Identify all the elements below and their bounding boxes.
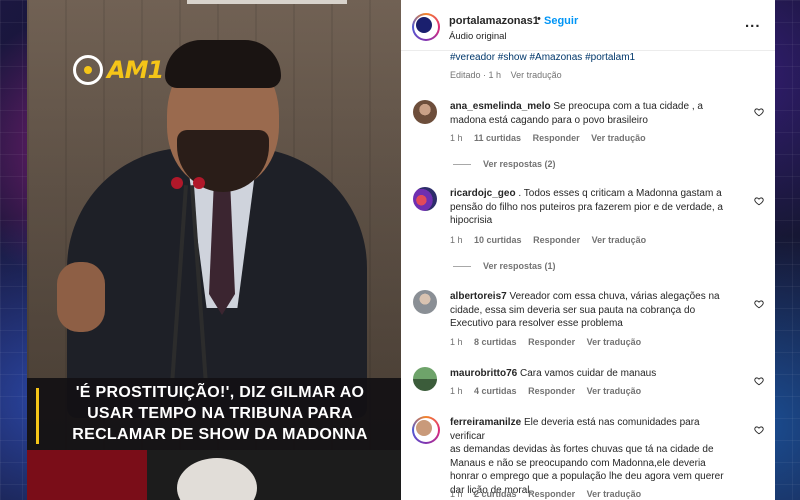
like-heart-icon[interactable] <box>754 104 764 117</box>
comment-text: maurobritto76 Cara vamos cuidar de manau… <box>450 367 735 381</box>
lower-frame-red-area <box>27 450 147 500</box>
post-hashtags[interactable]: #vereador #show #Amazonas #portalam1 <box>450 52 635 63</box>
comment-body-line: as demandas devidas às fortes chuvas que… <box>450 444 714 455</box>
translate-link[interactable]: Ver tradução <box>587 489 642 499</box>
replies-rule <box>453 164 471 166</box>
comment-avatar[interactable] <box>413 100 437 124</box>
comment-time: 1 h <box>450 235 463 245</box>
comment-text: ricardojc_geo . Todos esses q criticam a… <box>450 187 735 228</box>
speaker-hair <box>165 40 281 88</box>
comment-body-line: honrar o emprego que a população lhe deu… <box>450 471 724 482</box>
view-replies-button[interactable]: Ver respostas (1) <box>453 261 556 271</box>
translate-link[interactable]: Ver tradução <box>587 337 642 347</box>
view-replies-label: Ver respostas (2) <box>483 159 556 169</box>
video-lower-frame <box>27 450 401 500</box>
comment-body-line: hipocrisia <box>450 215 493 226</box>
avatar-photo <box>416 420 432 436</box>
follow-button[interactable]: Seguir <box>544 15 578 27</box>
like-heart-icon[interactable] <box>754 422 764 435</box>
post-meta: Editado · 1 h Ver tradução <box>450 70 569 80</box>
view-replies-label: Ver respostas (1) <box>483 261 556 271</box>
post-header: portalamazonas1 • Seguir Áudio original … <box>401 0 775 51</box>
comment-likes-link[interactable]: 10 curtidas <box>474 235 522 245</box>
comment-text: ana_esmelinda_melo Se preocupa com a tua… <box>450 100 735 127</box>
comment-avatar[interactable] <box>413 187 437 211</box>
comment-avatar[interactable] <box>413 367 437 391</box>
comment-avatar[interactable] <box>412 416 440 444</box>
post-translate-link[interactable]: Ver tradução <box>511 70 562 80</box>
like-heart-icon[interactable] <box>754 373 764 386</box>
comment-username-link[interactable]: ana_esmelinda_melo <box>450 101 551 112</box>
comment-likes-link[interactable]: 8 curtidas <box>474 337 517 347</box>
comments-panel: portalamazonas1 • Seguir Áudio original … <box>401 0 775 500</box>
profile-avatar[interactable] <box>412 13 440 41</box>
replies-rule <box>453 266 471 268</box>
comment-text: albertoreis7 Vereador com essa chuva, vá… <box>450 290 735 331</box>
microphone-left-icon <box>171 177 183 189</box>
logo-text: AM1 <box>107 56 164 84</box>
comment-username-link[interactable]: albertoreis7 <box>450 291 507 302</box>
comment-time: 1 h <box>450 337 463 347</box>
comment-body-line: Cara vamos cuidar de manaus <box>520 368 657 379</box>
translate-link[interactable]: Ver tradução <box>587 386 642 396</box>
comment-likes-link[interactable]: 4 curtidas <box>474 386 517 396</box>
channel-logo: AM1 <box>73 50 164 90</box>
reply-button[interactable]: Responder <box>528 489 575 499</box>
view-replies-button[interactable]: Ver respostas (2) <box>453 159 556 169</box>
comment-body-line: Se preocupa com a tua cidade , a <box>553 101 703 112</box>
speaker-hand <box>57 262 105 332</box>
video-caption: 'É PROSTITUIÇÃO!', DIZ GILMAR AO USAR TE… <box>27 378 401 450</box>
comment-username-link[interactable]: ricardojc_geo <box>450 188 516 199</box>
video-top-strip <box>187 0 347 4</box>
avatar-logo <box>416 17 432 33</box>
header-username-link[interactable]: portalamazonas1 <box>449 15 539 27</box>
comment-body-line: Manaus e não se preocupando com Madonna,… <box>450 457 706 469</box>
comment-username-link[interactable]: ferreiramanilze <box>450 417 521 428</box>
reply-button[interactable]: Responder <box>528 337 575 347</box>
original-audio-link[interactable]: Áudio original <box>449 31 507 42</box>
header-separator: • <box>537 13 541 25</box>
comment-time: 1 h <box>450 133 463 143</box>
comment-body-line: Vereador com essa chuva, várias alegaçõe… <box>509 291 720 302</box>
reply-button[interactable]: Responder <box>533 133 580 143</box>
comment-likes-link[interactable]: 11 curtidas <box>474 133 521 143</box>
comment-likes-link[interactable]: 2 curtidas <box>474 489 517 499</box>
caption-line: RECLAMAR DE SHOW DA MADONNA <box>72 426 368 443</box>
comment-body-line: pensão do filho nos puteiros pra fazerem… <box>450 201 723 213</box>
comment-body-line: cidade, essa sim deveria ser sua pauta n… <box>450 304 696 316</box>
caption-line: USAR TEMPO NA TRIBUNA PARA <box>87 405 353 422</box>
comment-actions: 1 h 4 curtidas Responder Ver tradução <box>450 386 650 396</box>
like-heart-icon[interactable] <box>754 193 764 206</box>
caption-line: 'É PROSTITUIÇÃO!', DIZ GILMAR AO <box>75 384 365 401</box>
reply-button[interactable]: Responder <box>533 235 580 245</box>
comment-avatar[interactable] <box>413 290 437 314</box>
comment-actions: 1 h 2 curtidas Responder Ver tradução <box>450 489 650 499</box>
microphone-right-icon <box>193 177 205 189</box>
comment-body-line: Executivo para resolver esse problema <box>450 318 623 329</box>
comment-username-link[interactable]: maurobritto76 <box>450 368 517 379</box>
comment-body-line: . Todos esses q criticam a Madonna gasta… <box>518 188 722 199</box>
translate-link[interactable]: Ver tradução <box>591 133 646 143</box>
lower-frame-face <box>177 458 257 500</box>
comment-time: 1 h <box>450 489 463 499</box>
comment-actions: 1 h 8 curtidas Responder Ver tradução <box>450 337 650 347</box>
video-player[interactable]: AM1 'É PROSTITUIÇÃO!', DIZ GILMAR AO USA… <box>27 0 401 500</box>
more-options-icon[interactable]: ... <box>745 14 761 31</box>
comment-actions: 1 h 10 curtidas Responder Ver tradução <box>450 235 655 245</box>
comment-time: 1 h <box>450 386 463 396</box>
reply-button[interactable]: Responder <box>528 386 575 396</box>
satellite-dish-icon <box>73 55 103 85</box>
comment-actions: 1 h 11 curtidas Responder Ver tradução <box>450 133 655 143</box>
caption-accent-bar <box>36 388 39 444</box>
post-edited-time: Editado · 1 h <box>450 70 502 80</box>
comment-text: ferreiramanilze Ele deveria está nas com… <box>450 416 735 497</box>
translate-link[interactable]: Ver tradução <box>592 235 647 245</box>
comment-body-line: madona está cagando para o povo brasilei… <box>450 114 648 126</box>
like-heart-icon[interactable] <box>754 296 764 309</box>
